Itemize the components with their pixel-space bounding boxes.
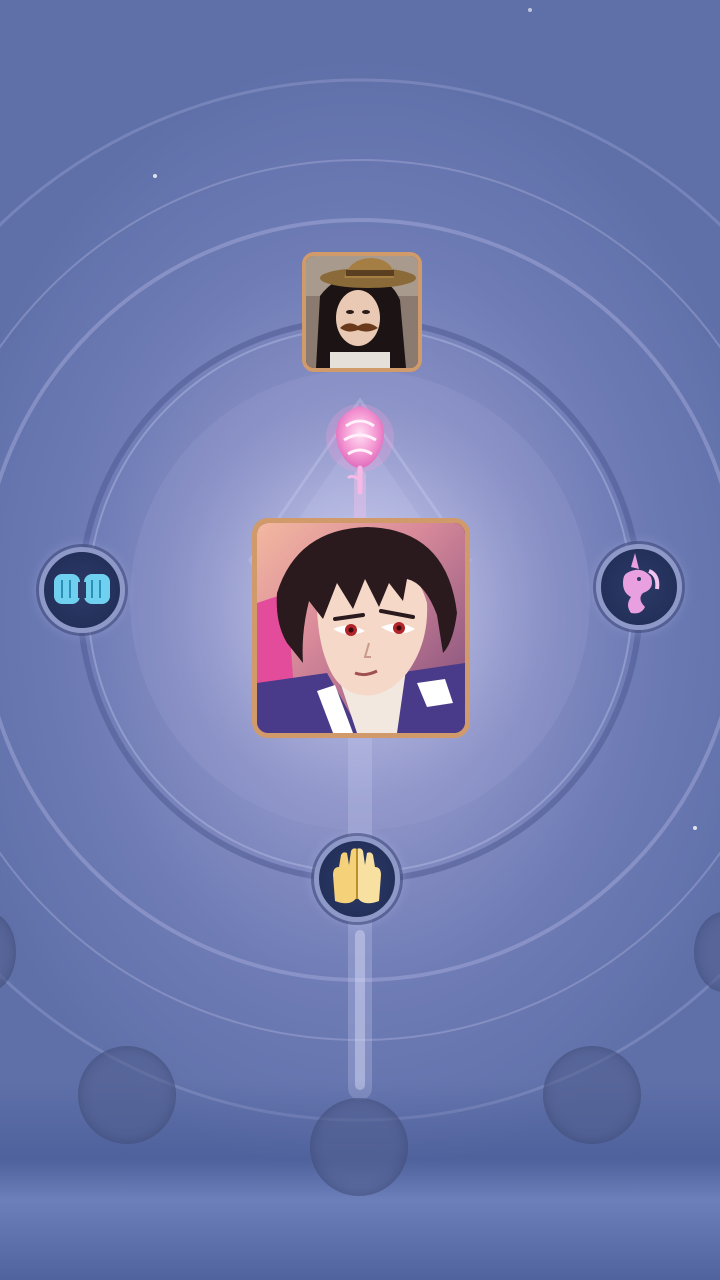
center-character-portrait[interactable] <box>252 518 470 738</box>
fist-bump-node[interactable] <box>39 547 125 633</box>
fist-bump-icon <box>54 574 110 604</box>
top-character-portrait[interactable] <box>302 252 422 372</box>
anime-young-man-portrait-image <box>257 523 465 733</box>
high-five-node[interactable] <box>314 836 400 922</box>
pink-rose-icon <box>326 400 394 500</box>
high-five-icon <box>333 848 381 904</box>
empty-slot-bottom-center[interactable] <box>310 1098 408 1196</box>
unicorn-icon <box>623 553 660 614</box>
unicorn-node[interactable] <box>596 544 682 630</box>
game-screen <box>0 0 720 1280</box>
empty-slot-bottom-right[interactable] <box>543 1046 641 1144</box>
girl-with-hat-portrait-image <box>306 256 418 368</box>
empty-slot-bottom-left[interactable] <box>78 1046 176 1144</box>
